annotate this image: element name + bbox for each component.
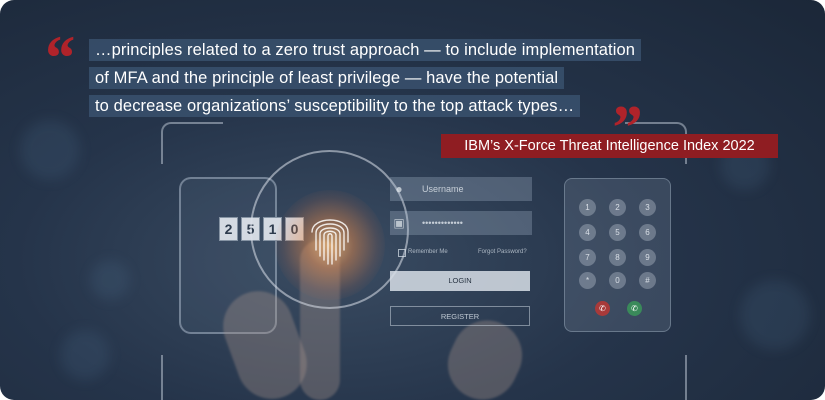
- keypad-key[interactable]: #: [639, 272, 656, 289]
- keypad-key[interactable]: 0: [609, 272, 626, 289]
- keypad-key[interactable]: 5: [609, 224, 626, 241]
- keypad-key[interactable]: 1: [579, 199, 596, 216]
- frame-bracket-bottom-left: [161, 355, 223, 400]
- user-icon: ●: [395, 182, 403, 196]
- open-quote-icon: “: [42, 22, 74, 93]
- register-button[interactable]: REGISTER: [390, 306, 530, 326]
- bokeh-light: [20, 120, 80, 180]
- keypad-key[interactable]: 9: [639, 249, 656, 266]
- quote-source: IBM’s X-Force Threat Intelligence Index …: [441, 134, 778, 158]
- keypad-panel: 1 2 3 4 5 6 7 8 9 * 0 # ✆ ✆: [564, 178, 671, 332]
- username-field[interactable]: ● Username: [390, 177, 532, 201]
- bokeh-light: [60, 330, 110, 380]
- fingerprint-icon: [311, 219, 349, 265]
- remember-checkbox[interactable]: [398, 249, 406, 257]
- quote-line: to decrease organizations’ susceptibilit…: [89, 95, 581, 117]
- username-placeholder: Username: [422, 184, 464, 194]
- bokeh-light: [90, 260, 130, 300]
- frame-bracket-bottom-right: [625, 355, 687, 400]
- quote-card: 2 5 1 0 ● Username ▣ ••••••••••••• Remem…: [0, 0, 825, 400]
- keypad-key[interactable]: 6: [639, 224, 656, 241]
- quote-line: …principles related to a zero trust appr…: [89, 39, 642, 61]
- hang-up-icon[interactable]: ✆: [595, 301, 610, 316]
- quote-line: of MFA and the principle of least privil…: [89, 67, 565, 89]
- keypad-key[interactable]: 4: [579, 224, 596, 241]
- frame-bracket-top-left: [161, 122, 223, 164]
- bokeh-light: [740, 280, 810, 350]
- remember-label: Remember Me: [408, 249, 448, 255]
- keypad-key[interactable]: 8: [609, 249, 626, 266]
- keypad-key[interactable]: 7: [579, 249, 596, 266]
- keypad-key[interactable]: 2: [609, 199, 626, 216]
- login-button[interactable]: LOGIN: [390, 271, 530, 291]
- password-value: •••••••••••••: [422, 218, 463, 228]
- keypad-key[interactable]: *: [579, 272, 596, 289]
- counter-digit: 2: [219, 217, 238, 241]
- password-field[interactable]: ▣ •••••••••••••: [390, 211, 532, 235]
- forgot-password-link[interactable]: Forgot Password?: [478, 249, 527, 255]
- lock-icon: ▣: [393, 216, 405, 230]
- call-icon[interactable]: ✆: [627, 301, 642, 316]
- keypad-key[interactable]: 3: [639, 199, 656, 216]
